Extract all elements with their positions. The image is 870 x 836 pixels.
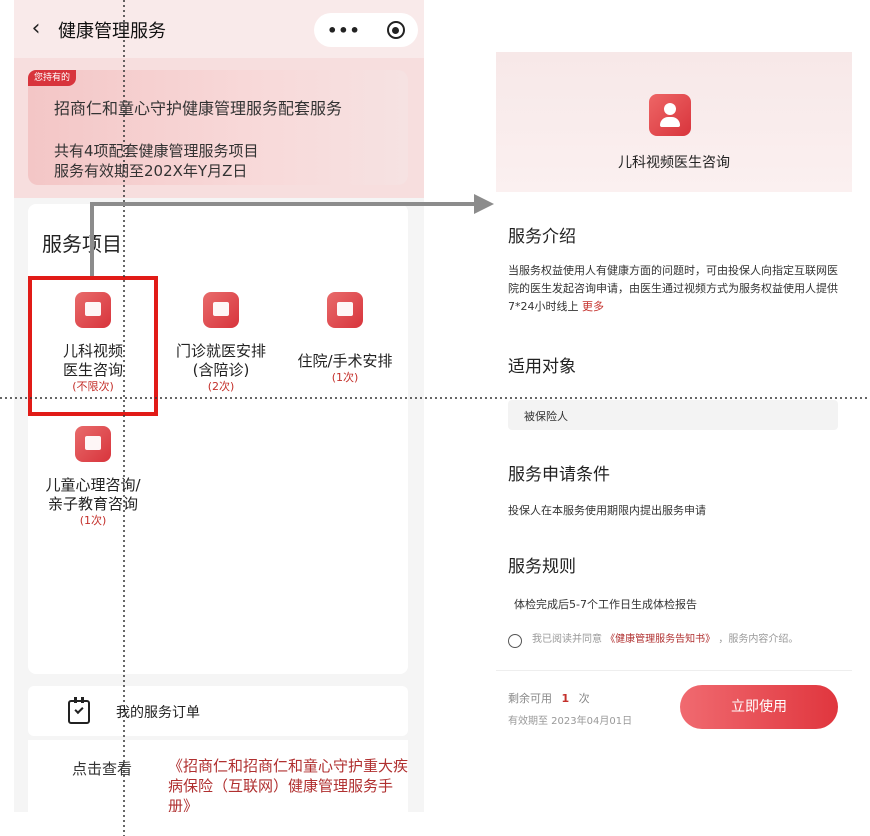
target-close-icon[interactable]: [386, 21, 405, 39]
service-name-line2: 亲子教育咨询: [47, 495, 138, 513]
page-title: 健康管理服务: [58, 21, 166, 42]
footer-divider: [496, 670, 852, 671]
banner-card: 您持有的 招商仁和童心守护健康管理服务配套服务 共有4项配套健康管理服务项目 服…: [28, 70, 408, 185]
agreement-doc-link[interactable]: 《健康管理服务告知书》: [605, 634, 715, 645]
remaining-info: 剩余可用 1 次: [508, 690, 590, 706]
manual-row: 点击查看 《招商仁和招商仁和童心守护重大疾病保险（互联网）健康管理服务手册》: [28, 740, 408, 812]
agreement-suffix: ，服务内容介绍。: [718, 634, 799, 645]
my-orders-label: 我的服务订单: [116, 705, 200, 721]
banner-validity: 服务有效期至202X年Y月Z日: [54, 162, 248, 180]
condition-title: 服务申请条件: [508, 465, 610, 485]
target-value: 被保险人: [524, 410, 568, 423]
chevron-left-icon: ‹: [31, 16, 41, 41]
agree-radio[interactable]: [508, 634, 522, 648]
more-dots-icon[interactable]: •••: [327, 21, 361, 40]
service-name: 儿童心理咨询/: [45, 476, 141, 494]
rules-title: 服务规则: [508, 557, 576, 577]
holding-tag: 您持有的: [28, 70, 77, 86]
intro-text: 当服务权益使用人有健康方面的问题时，可由投保人向指定互联网医院的医生发起咨询申请…: [508, 262, 842, 316]
service-name: 住院/手术安排: [297, 352, 393, 370]
service-detail-name: 儿科视频医生咨询: [618, 155, 730, 171]
service-item-psychology[interactable]: 儿童心理咨询/ 亲子教育咨询 (1次): [28, 426, 158, 528]
remaining-count: 1: [561, 692, 570, 705]
manual-prefix: 点击查看: [72, 760, 133, 778]
validity-date: 有效期至 2023年04月01日: [508, 716, 633, 727]
hospital-icon: [327, 292, 363, 328]
my-orders-row[interactable]: 我的服务订单: [28, 686, 408, 736]
right-phone-screen: 儿科视频医生咨询 服务介绍 当服务权益使用人有健康方面的问题时，可由投保人向指定…: [496, 52, 852, 732]
service-item-outpatient[interactable]: 门诊就医安排 (含陪诊) (2次): [156, 292, 286, 394]
back-button[interactable]: ‹: [24, 14, 48, 44]
target-title: 适用对象: [508, 357, 576, 377]
intro-title: 服务介绍: [508, 227, 576, 247]
more-link[interactable]: 更多: [582, 300, 604, 313]
remaining-label: 剩余可用: [508, 692, 552, 705]
services-card: 服务项目 儿科视频 医生咨询 (不限次) 门诊就医安排 (含陪诊) (2次) 住…: [28, 204, 408, 674]
mini-program-capsule: •••: [314, 13, 418, 47]
service-count: (1次): [79, 514, 107, 527]
agreement-text: 我已阅读并同意 《健康管理服务告知书》 ，服务内容介绍。: [532, 632, 832, 648]
banner-title: 招商仁和童心守护健康管理服务配套服务: [54, 99, 343, 118]
remaining-unit: 次: [578, 692, 590, 705]
agreement-prefix: 我已阅读并同意: [532, 634, 602, 645]
calendar-check-icon: [68, 697, 90, 724]
service-name: 门诊就医安排: [175, 342, 266, 360]
title-bar: ‹ 健康管理服务 •••: [14, 0, 424, 58]
clinic-icon: [203, 292, 239, 328]
services-title: 服务项目: [42, 232, 122, 256]
highlight-box: [28, 276, 158, 416]
holding-banner: 您持有的 招商仁和童心守护健康管理服务配套服务 共有4项配套健康管理服务项目 服…: [14, 58, 424, 198]
service-name-line2: (含陪诊): [192, 361, 250, 379]
intro-body: 当服务权益使用人有健康方面的问题时，可由投保人向指定互联网医院的医生发起咨询申请…: [508, 264, 838, 313]
use-now-button[interactable]: 立即使用: [680, 685, 838, 729]
service-detail-header: 儿科视频医生咨询: [496, 52, 852, 192]
manual-link[interactable]: 《招商仁和招商仁和童心守护重大疾病保险（互联网）健康管理服务手册》: [168, 756, 408, 812]
condition-text: 投保人在本服务使用期限内提出服务申请: [508, 504, 706, 517]
service-count: (2次): [207, 380, 235, 393]
banner-item-count: 共有4项配套健康管理服务项目: [54, 142, 259, 160]
cart-icon: [75, 426, 111, 462]
target-box: 被保险人: [508, 400, 838, 430]
service-count: (1次): [331, 371, 359, 384]
doctor-icon: [649, 94, 691, 136]
service-item-hospitalization[interactable]: 住院/手术安排 (1次): [280, 292, 410, 385]
rules-text: 体检完成后5-7个工作日生成体检报告: [514, 598, 697, 611]
arrowhead-icon: [474, 194, 494, 214]
